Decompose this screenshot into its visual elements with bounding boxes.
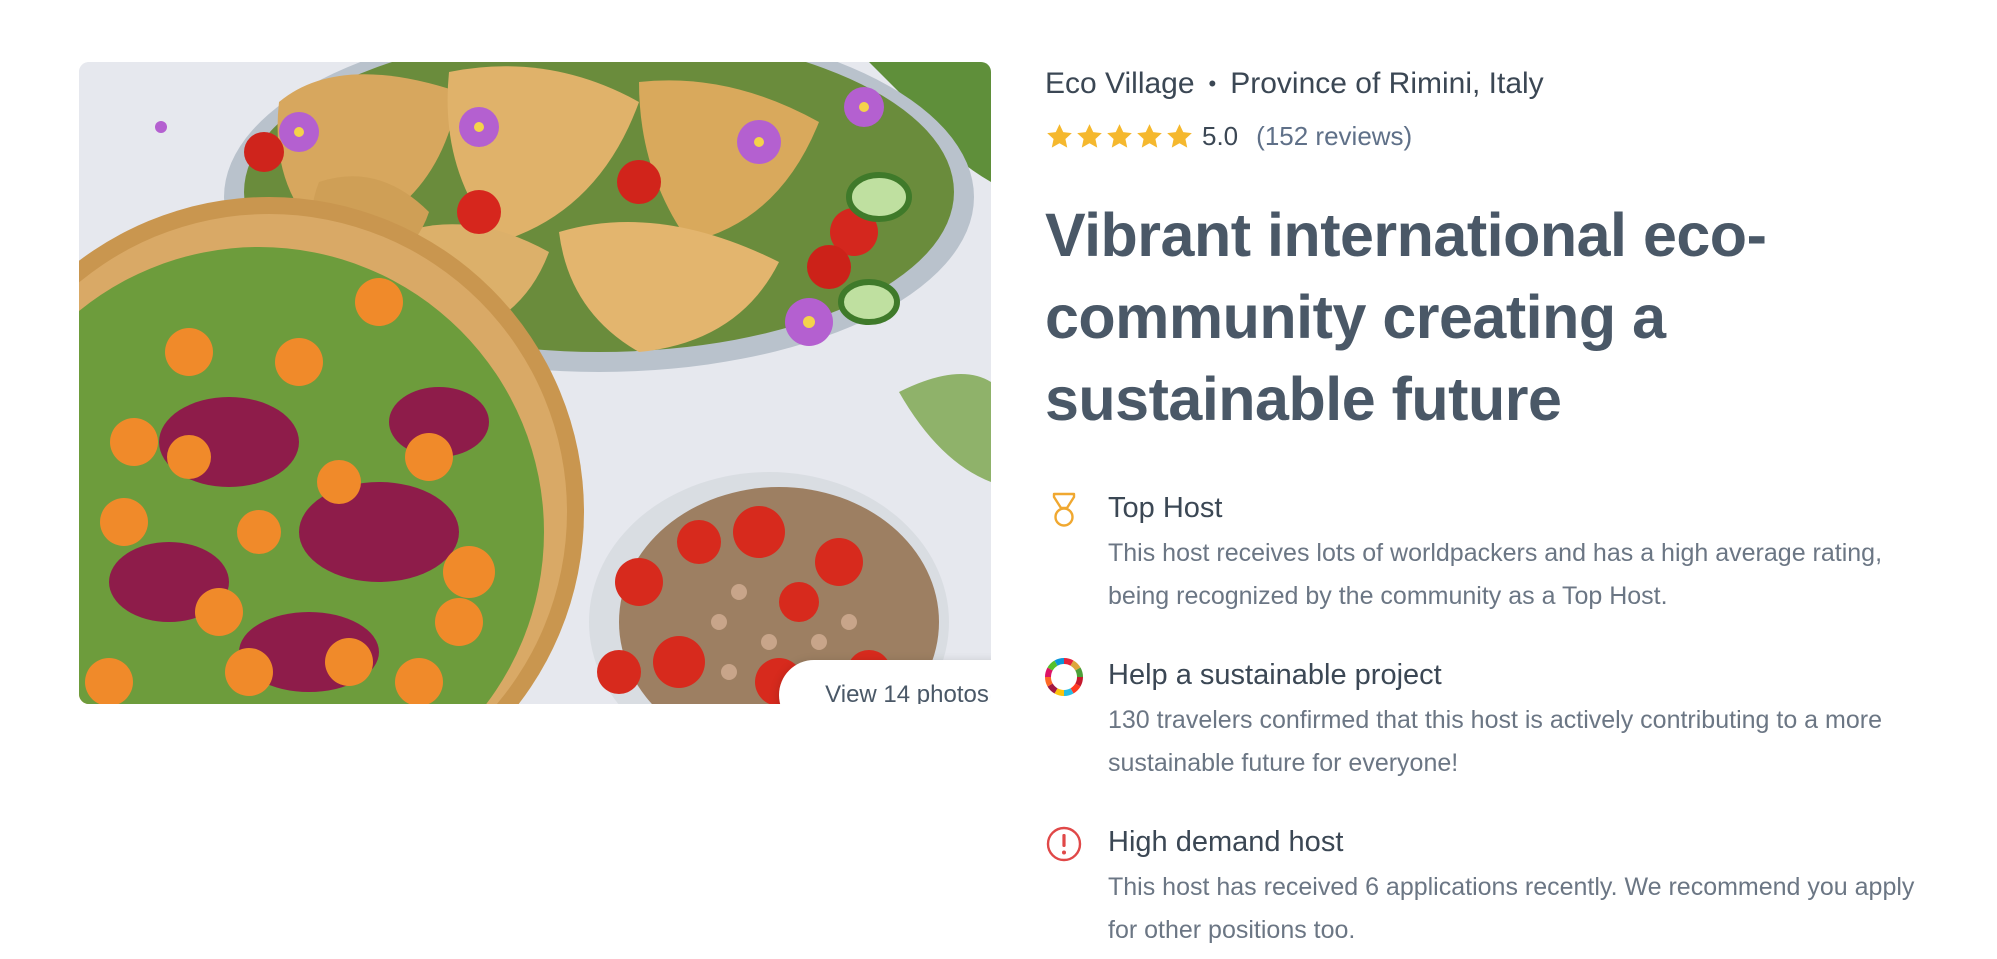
listing-header: View 14 photos Eco Village • Province of…	[0, 0, 1997, 959]
feature-description: 130 travelers confirmed that this host i…	[1108, 706, 1882, 777]
feature-top-host: Top Host This host receives lots of worl…	[1045, 488, 1945, 618]
star-icon	[1107, 123, 1132, 148]
food-photo-image	[79, 62, 991, 704]
listing-info: Eco Village • Province of Rimini, Italy …	[1045, 62, 1945, 952]
rating-value: 5.0	[1202, 120, 1239, 151]
view-photos-button[interactable]: View 14 photos	[779, 660, 991, 704]
medal-icon	[1052, 492, 1076, 527]
listing-photo[interactable]: View 14 photos	[79, 62, 991, 704]
page-title: Vibrant international eco-community crea…	[1045, 201, 1767, 433]
host-category: Eco Village	[1045, 67, 1195, 100]
rating-row: 5.0 (152 reviews)	[1045, 118, 1945, 154]
feature-description: This host receives lots of worldpackers …	[1108, 539, 1883, 610]
location-line: Eco Village • Province of Rimini, Italy	[1045, 62, 1945, 106]
alert-icon	[1046, 826, 1082, 862]
star-icon	[1047, 123, 1072, 148]
star-icon	[1137, 123, 1162, 148]
feature-description: This host has received 6 applications re…	[1108, 873, 1915, 944]
location-separator: •	[1208, 71, 1217, 96]
sdg-wheel-icon	[1045, 658, 1083, 696]
star-icon	[1077, 123, 1102, 148]
feature-sustainable-project: Help a sustainable project 130 travelers…	[1045, 655, 1945, 785]
feature-title: Top Host	[1108, 492, 1223, 524]
host-location: Province of Rimini, Italy	[1230, 67, 1544, 100]
feature-title: Help a sustainable project	[1108, 659, 1442, 691]
feature-high-demand: High demand host This host has received …	[1045, 822, 1945, 952]
reviews-link[interactable]: (152 reviews)	[1256, 121, 1412, 152]
feature-title: High demand host	[1108, 826, 1344, 858]
star-icon	[1167, 123, 1192, 148]
rating-stars	[1045, 122, 1194, 151]
